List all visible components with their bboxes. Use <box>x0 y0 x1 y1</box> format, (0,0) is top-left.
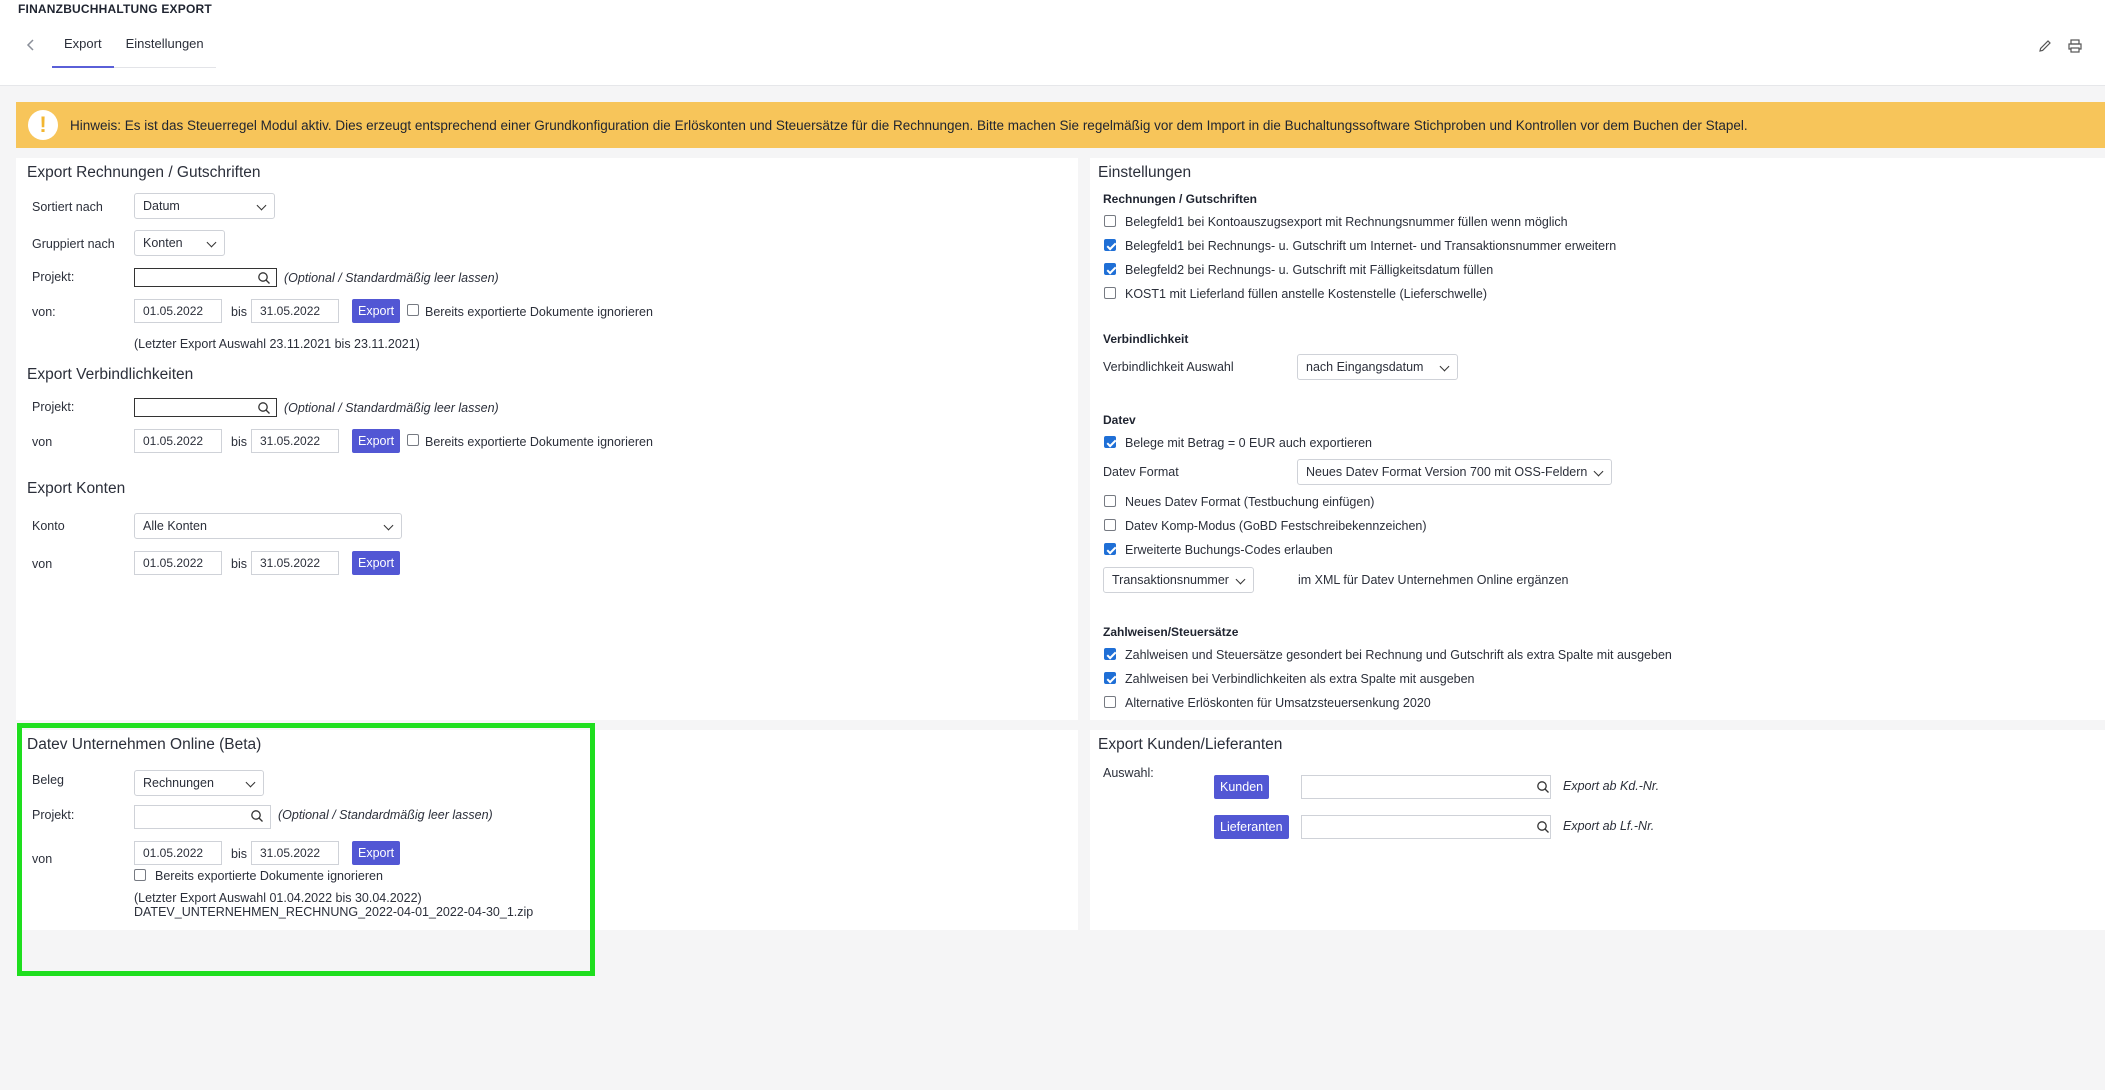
datev-format-label: Datev Format <box>1103 465 1179 479</box>
option-checkbox[interactable] <box>1104 263 1116 275</box>
search-icon[interactable] <box>1536 820 1550 834</box>
option-checkbox[interactable] <box>1104 519 1116 531</box>
search-icon[interactable] <box>257 271 271 285</box>
option-label: Datev Komp-Modus (GoBD Festschreibekennz… <box>1125 519 1427 533</box>
tab-einstellungen[interactable]: Einstellungen <box>114 30 216 68</box>
lieferanten-button[interactable]: Lieferanten <box>1214 815 1289 839</box>
project-label: Projekt: <box>32 270 75 284</box>
project-hint: (Optional / Standardmäßig leer lassen) <box>284 271 499 285</box>
kunden-search-input[interactable] <box>1301 775 1551 799</box>
rechnungen-heading: Rechnungen / Gutschriften <box>1103 192 1258 206</box>
xml-field-select[interactable]: Transaktionsnummer <box>1103 567 1254 593</box>
to-date-input[interactable]: 31.05.2022 <box>251 551 339 575</box>
lieferanten-search-input[interactable] <box>1301 815 1551 839</box>
option-checkbox[interactable] <box>1104 215 1116 227</box>
from-date-input[interactable]: 01.05.2022 <box>134 299 222 323</box>
edit-pencil-icon[interactable] <box>2037 38 2053 54</box>
export-button[interactable]: Export <box>352 299 401 323</box>
from-label: von <box>32 435 53 449</box>
print-icon[interactable] <box>2067 38 2083 54</box>
option-checkbox[interactable] <box>1104 543 1116 555</box>
datev-heading: Datev <box>1103 413 1136 427</box>
ignore-exported-label: Bereits exportierte Dokumente ignorieren <box>425 435 653 449</box>
option-label: Zahlweisen bei Verbindlichkeiten als ext… <box>1125 672 1475 686</box>
option-label: Belegfeld2 bei Rechnungs- u. Gutschrift … <box>1125 263 1494 277</box>
to-label: bis <box>231 557 247 571</box>
top-bar: FINANZBUCHHALTUNG EXPORT Export Einstell… <box>0 0 2105 86</box>
project-hint: (Optional / Standardmäßig leer lassen) <box>284 401 499 415</box>
option-checkbox[interactable] <box>1104 672 1116 684</box>
export-verbindlichkeiten-title: Export Verbindlichkeiten <box>27 366 194 383</box>
tab-bar: Export Einstellungen <box>52 30 216 68</box>
option-label: Zahlweisen und Steuersätze gesondert bei… <box>1125 648 1672 662</box>
app-title: FINANZBUCHHALTUNG EXPORT <box>18 2 212 16</box>
from-date-input[interactable]: 01.05.2022 <box>134 429 222 453</box>
option-label: Belegfeld1 bei Rechnungs- u. Gutschrift … <box>1125 239 1617 253</box>
from-label: von <box>32 557 53 571</box>
xml-text: im XML für Datev Unternehmen Online ergä… <box>1298 573 1569 587</box>
einstellungen-title: Einstellungen <box>1098 164 1192 181</box>
ignore-exported-checkbox[interactable] <box>407 304 419 316</box>
highlight-box <box>17 723 595 976</box>
konto-select[interactable]: Alle Konten <box>134 513 402 539</box>
back-arrow-icon[interactable] <box>24 38 38 52</box>
kunden-button[interactable]: Kunden <box>1214 775 1270 799</box>
verbindlichkeit-label: Verbindlichkeit Auswahl <box>1103 360 1234 374</box>
search-icon[interactable] <box>257 401 271 415</box>
ignore-exported-label: Bereits exportierte Dokumente ignorieren <box>425 305 653 319</box>
option-checkbox[interactable] <box>1104 696 1116 708</box>
lieferanten-hint: Export ab Lf.-Nr. <box>1563 819 1655 833</box>
ignore-exported-checkbox[interactable] <box>407 434 419 446</box>
option-checkbox[interactable] <box>1104 495 1116 507</box>
option-checkbox[interactable] <box>1104 648 1116 660</box>
option-checkbox[interactable] <box>1104 436 1116 448</box>
notice-text: Hinweis: Es ist das Steuerregel Modul ak… <box>70 117 1748 133</box>
option-checkbox[interactable] <box>1104 239 1116 251</box>
option-label: Neues Datev Format (Testbuchung einfügen… <box>1125 495 1375 509</box>
from-label: von: <box>32 305 56 319</box>
to-date-input[interactable]: 31.05.2022 <box>251 299 339 323</box>
option-label: Alternative Erlöskonten für Umsatzsteuer… <box>1125 696 1431 710</box>
option-label: KOST1 mit Lieferland füllen anstelle Kos… <box>1125 287 1487 301</box>
exclamation-icon: ! <box>28 110 58 140</box>
sort-label: Sortiert nach <box>32 200 103 214</box>
steuerregel-notice: ! Hinweis: Es ist das Steuerregel Modul … <box>16 102 2105 148</box>
group-select[interactable]: Konten <box>134 230 225 256</box>
toolbar <box>2037 38 2083 54</box>
datev-format-select[interactable]: Neues Datev Format Version 700 mit OSS-F… <box>1297 459 1612 485</box>
einstellungen-panel: Einstellungen Rechnungen / Gutschriften … <box>1090 158 2105 720</box>
option-label: Belegfeld1 bei Kontoauszugsexport mit Re… <box>1125 215 1568 229</box>
sort-select[interactable]: Datum <box>134 193 275 219</box>
to-date-input[interactable]: 31.05.2022 <box>251 429 339 453</box>
option-checkbox[interactable] <box>1104 287 1116 299</box>
tab-export[interactable]: Export <box>52 30 114 68</box>
zahlweisen-heading: Zahlweisen/Steuersätze <box>1103 625 1239 639</box>
project-search-input[interactable] <box>134 398 277 417</box>
group-label: Gruppiert nach <box>32 237 115 251</box>
option-label: Belege mit Betrag = 0 EUR auch exportier… <box>1125 436 1373 450</box>
export-kunden-title: Export Kunden/Lieferanten <box>1098 736 1283 753</box>
search-icon[interactable] <box>1536 780 1550 794</box>
from-date-input[interactable]: 01.05.2022 <box>134 551 222 575</box>
to-label: bis <box>231 435 247 449</box>
verbindlichkeit-heading: Verbindlichkeit <box>1103 332 1189 346</box>
export-kunden-panel: Export Kunden/Lieferanten Auswahl: Kunde… <box>1090 730 2105 930</box>
to-label: bis <box>231 305 247 319</box>
verbindlichkeit-select[interactable]: nach Eingangsdatum <box>1297 354 1458 380</box>
project-search-input[interactable] <box>134 268 277 287</box>
export-konten-title: Export Konten <box>27 480 126 497</box>
konto-label: Konto <box>32 519 65 533</box>
export-button[interactable]: Export <box>352 429 401 453</box>
export-left-panel: Export Rechnungen / Gutschriften Sortier… <box>16 158 1078 720</box>
option-label: Erweiterte Buchungs-Codes erlauben <box>1125 543 1333 557</box>
export-rechnungen-title: Export Rechnungen / Gutschriften <box>27 164 261 181</box>
project-label: Projekt: <box>32 400 75 414</box>
auswahl-label: Auswahl: <box>1103 766 1154 780</box>
export-button[interactable]: Export <box>352 551 401 575</box>
last-export-info: (Letzter Export Auswahl 23.11.2021 bis 2… <box>134 337 420 351</box>
kunden-hint: Export ab Kd.-Nr. <box>1563 779 1660 793</box>
